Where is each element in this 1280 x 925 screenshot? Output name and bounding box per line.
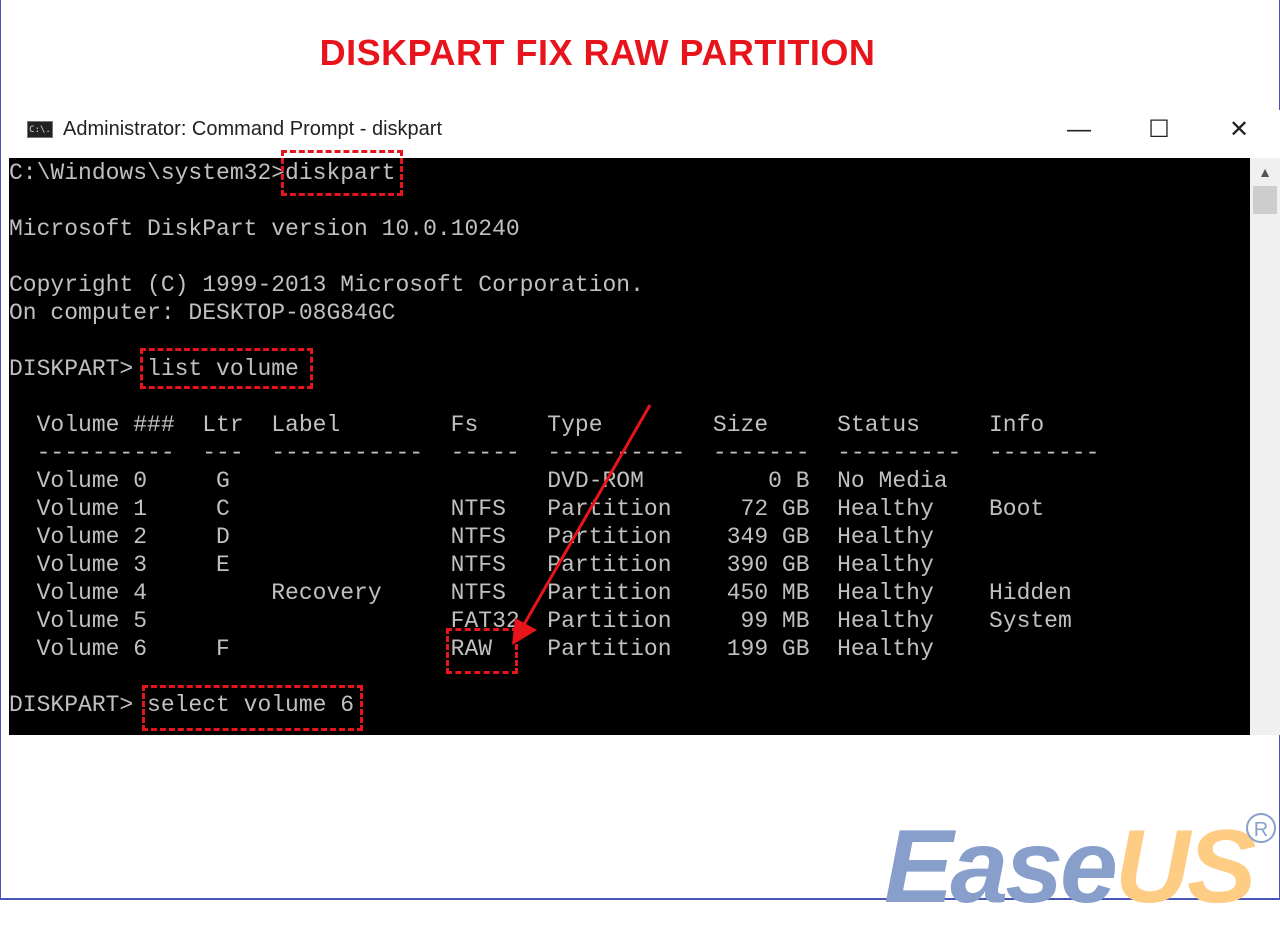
arrow-icon xyxy=(512,404,652,645)
easeus-logo: EaseUS xyxy=(884,809,1256,925)
registered-mark: R xyxy=(1246,813,1276,843)
